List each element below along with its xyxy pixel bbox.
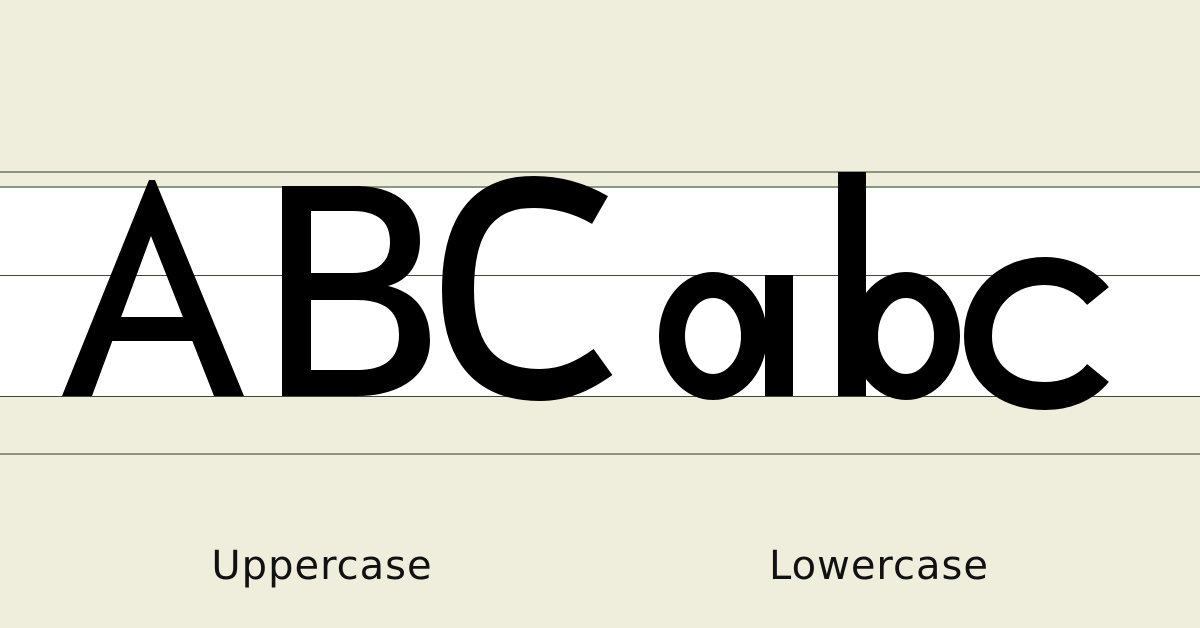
lowercase-caption: Lowercase — [769, 543, 989, 589]
glyph-lowercase-c — [963, 256, 1109, 411]
glyph-uppercase-a — [62, 180, 244, 396]
glyph-uppercase-b — [282, 186, 430, 396]
glyph-lowercase-b — [838, 172, 960, 400]
glyph-lowercase-a — [659, 272, 793, 400]
glyph-uppercase-c — [441, 176, 613, 402]
lowercase-letters — [659, 172, 1109, 411]
letterforms — [62, 172, 1109, 411]
uppercase-letters — [62, 176, 613, 402]
uppercase-caption: Uppercase — [211, 543, 433, 589]
